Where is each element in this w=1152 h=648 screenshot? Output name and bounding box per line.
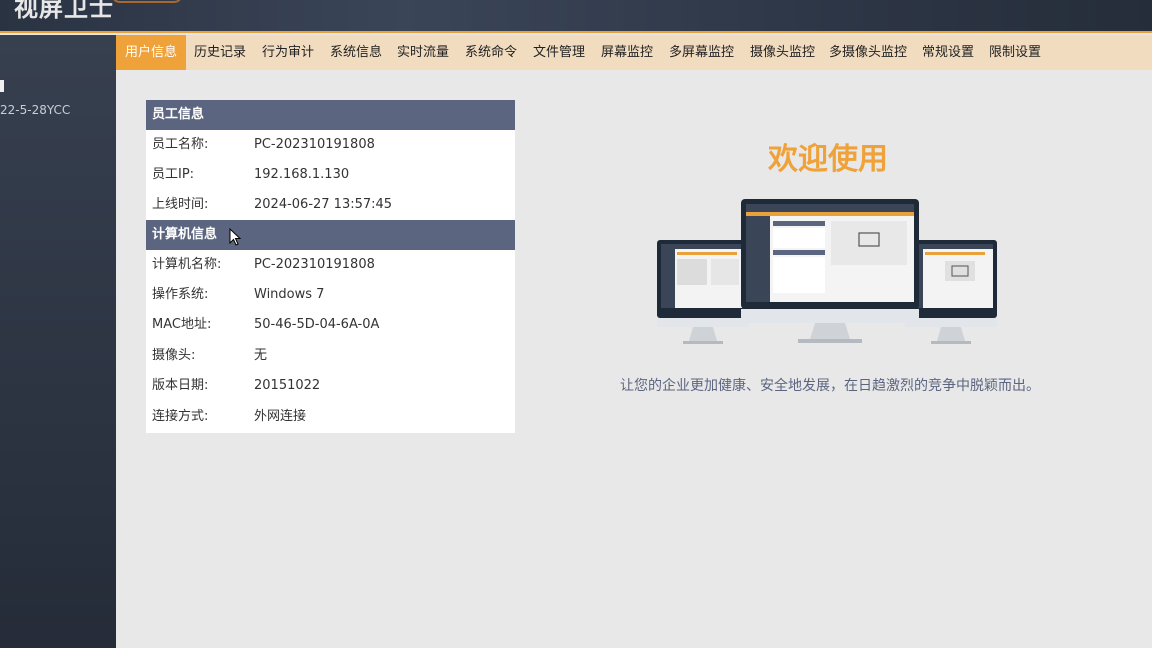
- tab-behavior-audit[interactable]: 行为审计: [262, 35, 314, 70]
- employee-name-value: PC-202310191808: [254, 137, 375, 152]
- computer-name-value: PC-202310191808: [254, 257, 375, 272]
- tab-multi-camera[interactable]: 多摄像头监控: [829, 35, 907, 70]
- tab-camera-monitor[interactable]: 摄像头监控: [750, 35, 815, 70]
- mac-label: MAC地址:: [152, 317, 212, 332]
- camera-label: 摄像头:: [152, 348, 196, 363]
- cursor-arrow-icon: [229, 228, 241, 246]
- title-badge[interactable]: [112, 0, 182, 3]
- online-time-label: 上线时间:: [152, 197, 209, 212]
- left-monitor: [657, 240, 749, 344]
- tab-system-info[interactable]: 系统信息: [330, 35, 382, 70]
- online-time-row: 上线时间: 2024-06-27 13:57:45: [146, 190, 515, 220]
- tab-file-manager[interactable]: 文件管理: [533, 35, 585, 70]
- employee-name-row: 员工名称: PC-202310191808: [146, 130, 515, 160]
- app-title: 视屏卫士: [14, 0, 114, 22]
- camera-value: 无: [254, 348, 268, 363]
- version-date-label: 版本日期:: [152, 378, 209, 393]
- sidebar-marker: [0, 80, 4, 92]
- version-date-row: 版本日期: 20151022: [146, 371, 515, 401]
- tab-general-settings[interactable]: 常规设置: [922, 35, 974, 70]
- computer-name-row: 计算机名称: PC-202310191808: [146, 250, 515, 280]
- version-date-value: 20151022: [254, 378, 321, 393]
- sidebar-version: 22-5-28YCC: [0, 103, 71, 117]
- tab-multi-screen[interactable]: 多屏幕监控: [669, 35, 734, 70]
- center-monitor: [741, 199, 919, 343]
- connection-label: 连接方式:: [152, 409, 209, 424]
- computer-section-header: 计算机信息: [146, 220, 515, 250]
- tab-history[interactable]: 历史记录: [194, 35, 246, 70]
- employee-ip-value: 192.168.1.130: [254, 167, 350, 182]
- mac-value: 50-46-5D-04-6A-0A: [254, 317, 380, 332]
- camera-row: 摄像头: 无: [146, 341, 515, 371]
- mac-row: MAC地址: 50-46-5D-04-6A-0A: [146, 310, 515, 340]
- tab-realtime-traffic[interactable]: 实时流量: [397, 35, 449, 70]
- connection-row: 连接方式: 外网连接: [146, 402, 515, 432]
- employee-ip-row: 员工IP: 192.168.1.130: [146, 160, 515, 190]
- tab-screen-monitor[interactable]: 屏幕监控: [601, 35, 653, 70]
- online-time-value: 2024-06-27 13:57:45: [254, 197, 393, 212]
- tab-user-info[interactable]: 用户信息: [116, 35, 187, 70]
- employee-ip-label: 员工IP:: [152, 167, 195, 182]
- welcome-title: 欢迎使用: [768, 142, 888, 177]
- nav-bar: 用户信息 历史记录 行为审计 系统信息 实时流量 系统命令 文件管理 屏幕监控 …: [116, 35, 1152, 70]
- welcome-slogan: 让您的企业更加健康、安全地发展，在日趋激烈的竞争中脱颖而出。: [620, 378, 1040, 394]
- computer-name-label: 计算机名称:: [152, 257, 222, 272]
- info-panel: 员工信息 员工名称: PC-202310191808 员工IP: 192.168…: [146, 100, 515, 433]
- sidebar: 22-5-28YCC: [0, 35, 116, 648]
- employee-section-header: 员工信息: [146, 100, 515, 130]
- os-row: 操作系统: Windows 7: [146, 280, 515, 310]
- monitor-illustration: [657, 199, 997, 344]
- top-bar: 视屏卫士: [0, 0, 1152, 33]
- os-value: Windows 7: [254, 287, 325, 302]
- employee-name-label: 员工名称:: [152, 137, 209, 152]
- connection-value: 外网连接: [254, 409, 307, 424]
- tab-system-command[interactable]: 系统命令: [465, 35, 517, 70]
- os-label: 操作系统:: [152, 287, 209, 302]
- tab-limit-settings[interactable]: 限制设置: [989, 35, 1041, 70]
